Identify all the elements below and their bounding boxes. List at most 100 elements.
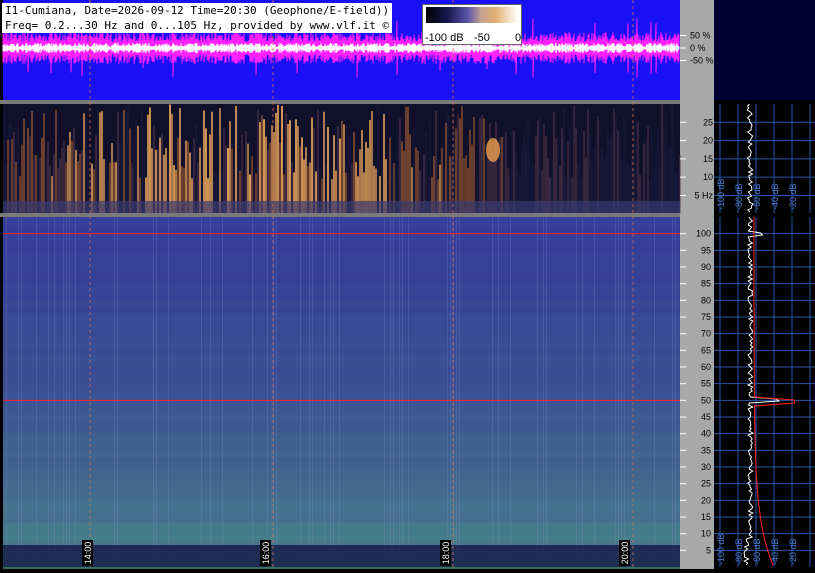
- low-spectrogram-streak: [23, 118, 25, 213]
- high-spectrogram-band: [3, 505, 680, 511]
- high-spectrogram-streak: [114, 217, 115, 567]
- high-spectrogram-streak: [675, 217, 676, 567]
- side-low-db-label: -40 dB: [770, 183, 780, 210]
- high-spectrogram-streak: [36, 217, 37, 567]
- low-spectrogram-streak: [635, 117, 637, 213]
- high-freq-tick-label: 30: [701, 462, 711, 472]
- low-spectrogram-streak: [3, 110, 5, 213]
- side-high-panel: [714, 217, 815, 567]
- low-spectrogram-streak: [661, 104, 663, 213]
- waveform-tick-label: 0 %: [690, 43, 706, 53]
- low-spectrogram-streak: [137, 125, 139, 213]
- low-spectrogram-streak: [543, 124, 545, 213]
- time-label-1800: 18:00: [440, 540, 451, 566]
- low-spectrogram-streak: [97, 109, 99, 213]
- low-spectrogram-streak: [101, 111, 103, 213]
- low-spectrogram-streak: [353, 132, 355, 213]
- low-spectrogram-streak: [553, 111, 555, 213]
- colorbar: -100 dB -50 0: [422, 4, 522, 45]
- high-spectrogram-band: [3, 373, 680, 379]
- low-spectrogram-streak: [223, 128, 225, 213]
- low-spectrogram-streak: [657, 128, 659, 213]
- low-spectrogram-streak: [405, 106, 407, 213]
- high-freq-tick-label: 25: [701, 479, 711, 489]
- low-spectrogram-streak: [537, 120, 539, 213]
- high-spectrogram-streak: [66, 217, 67, 567]
- low-spectrogram-streak: [31, 110, 33, 213]
- high-freq-tick-label: 95: [701, 245, 711, 255]
- low-spectrogram-streak: [179, 108, 181, 213]
- high-spectrogram-band: [3, 409, 680, 415]
- low-spectrogram-streak: [99, 112, 101, 213]
- high-spectrogram-band: [3, 289, 680, 295]
- low-spectrogram-streak: [281, 105, 283, 213]
- high-spectrogram-band: [3, 481, 680, 487]
- high-spectrogram-band: [3, 535, 680, 541]
- high-spectrogram-streak: [201, 217, 202, 567]
- low-spectrogram-streak: [445, 122, 447, 213]
- low-spectrogram-streak: [295, 119, 297, 213]
- low-spectrogram-streak: [539, 114, 541, 213]
- low-spectrogram-streak: [83, 113, 85, 213]
- high-spectrogram-streak: [510, 217, 511, 567]
- low-spectrogram-streak: [461, 106, 463, 213]
- low-spectrogram-streak: [287, 123, 289, 213]
- high-spectrogram-band: [3, 421, 680, 427]
- low-spectrogram-streak: [277, 104, 279, 213]
- low-spectrogram-streak: [263, 119, 265, 213]
- high-spectrogram-band: [3, 427, 680, 433]
- high-spectrogram-band: [3, 217, 680, 223]
- high-spectrogram-streak: [339, 217, 340, 567]
- high-spectrogram-band: [3, 223, 680, 229]
- high-spectrogram-band: [3, 277, 680, 283]
- high-spectrogram-streak: [615, 217, 616, 567]
- low-spectrogram-streak: [259, 122, 261, 213]
- high-freq-tick-label: 90: [701, 262, 711, 272]
- high-spectrogram-streak: [654, 217, 655, 567]
- high-spectrogram-streak: [21, 217, 22, 567]
- side-low-db-label: -80 dB: [734, 183, 744, 210]
- side-high-db-label: -100 dB: [716, 533, 726, 565]
- high-spectrogram-streak: [333, 217, 334, 567]
- high-spectrogram-band: [3, 307, 680, 313]
- low-spectrogram-streak: [341, 120, 343, 213]
- high-spectrogram-streak: [267, 217, 268, 567]
- high-spectrogram-streak: [153, 217, 154, 567]
- high-spectrogram-streak: [276, 217, 277, 567]
- high-spectrogram-band: [3, 313, 680, 319]
- high-spectrogram-band: [3, 343, 680, 349]
- high-spectrogram-base-band: [3, 545, 680, 567]
- high-spectrogram-band: [3, 445, 680, 451]
- side-low-db-label: -20 dB: [788, 183, 798, 210]
- high-spectrogram-streak: [624, 217, 625, 567]
- high-spectrogram-band: [3, 241, 680, 247]
- low-spectrogram-streak: [397, 132, 399, 213]
- low-spectrogram-streak: [211, 111, 213, 213]
- low-spectrogram-streak: [73, 127, 75, 213]
- low-spectrogram-streak: [447, 114, 449, 213]
- high-spectrogram-streak: [330, 217, 331, 567]
- side-low-db-label: -60 dB: [752, 183, 762, 210]
- high-spectrogram-streak: [498, 217, 499, 567]
- high-freq-tick-label: 60: [701, 362, 711, 372]
- low-spectrogram-streak: [149, 107, 151, 213]
- low-spectrogram-streak: [459, 118, 461, 213]
- low-freq-tick-label: 25: [703, 117, 713, 127]
- high-spectrogram-band: [3, 433, 680, 439]
- low-spectrogram-streak: [69, 131, 71, 213]
- low-spectrogram-streak: [611, 132, 613, 213]
- high-spectrogram-streak: [390, 217, 391, 567]
- high-spectrogram-band: [3, 235, 680, 241]
- low-spectrogram-streak: [235, 105, 237, 213]
- low-spectrogram-streak: [43, 113, 45, 213]
- high-freq-tick-label: 10: [701, 529, 711, 539]
- low-spectrogram-streak: [361, 129, 363, 213]
- high-spectrogram-streak: [450, 217, 451, 567]
- high-spectrogram-band: [3, 517, 680, 523]
- low-spectrogram-streak: [195, 125, 197, 213]
- high-spectrogram-streak: [168, 217, 169, 567]
- high-freq-tick-label: 15: [701, 512, 711, 522]
- low-spectrogram-streak: [141, 110, 143, 213]
- low-spectrogram-streak: [505, 131, 507, 213]
- high-spectrogram-band: [3, 529, 680, 535]
